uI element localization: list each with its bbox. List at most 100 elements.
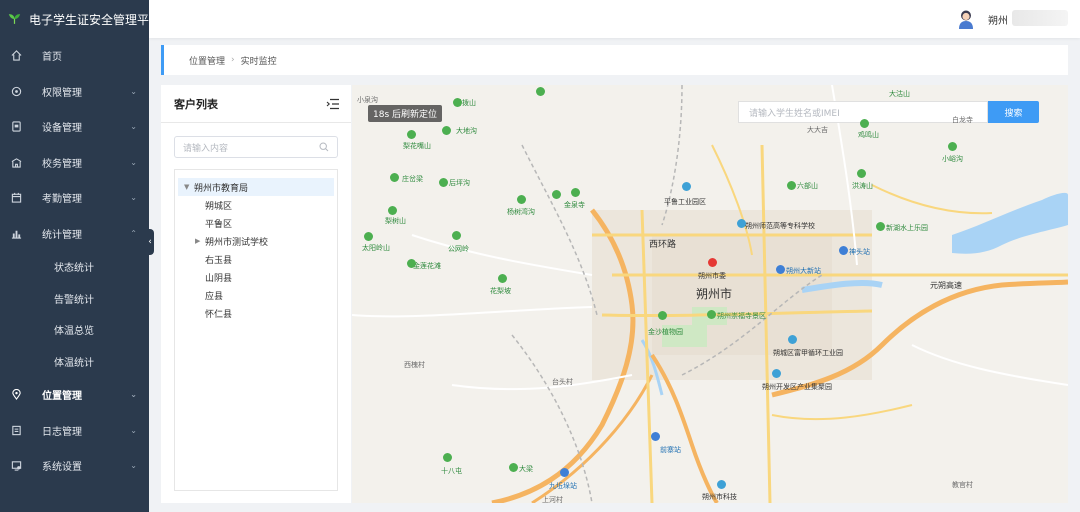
poi-pin-icon [536,87,545,96]
map-label: 洪涛山 [852,182,873,190]
map-label: 金莲花滩 [413,262,441,270]
map-label: 大大吉 [807,126,828,134]
station-pin-icon [839,246,848,255]
sidebar-collapse-button[interactable]: ‹ [146,229,154,255]
sidebar-subitem-temp-overview[interactable]: 体温总览 [0,314,149,346]
permission-icon [10,85,22,97]
poi-pin-icon [571,188,580,197]
map-label: 金沙植物园 [648,328,683,336]
device-icon [10,121,22,133]
chevron-down-icon: ⌄ [130,425,137,435]
home-icon [10,50,22,62]
map-label: 朔州大新站 [786,267,821,275]
client-list-header: 客户列表 [161,85,351,123]
poi-pin-icon [390,173,399,182]
poi-pin-icon [509,463,518,472]
sidebar-item-device[interactable]: 设备管理 ⌄ [0,109,149,145]
station-pin-icon [776,265,785,274]
sidebar-menu: 首页 权限管理 ⌄ 设备管理 ⌄ 校务管理 ⌄ 考勤管理 ⌄ 统计管理 ⌃ 状态… [0,38,149,484]
chevron-down-icon: ⌄ [130,86,137,96]
map-label: 朔州市科技 [702,493,737,501]
city-hall-pin-icon [708,258,717,267]
map-label: 西环路 [649,240,677,250]
sidebar-item-location[interactable]: 位置管理 ⌄ [0,377,149,413]
poi-pin-icon [452,231,461,240]
poi-pin-icon [788,335,797,344]
chevron-right-icon: › [231,55,235,65]
tree-node-expandable[interactable]: ▶ 朔州市测试学校 [175,232,337,250]
chevron-up-icon: ⌃ [130,228,137,238]
poi-pin-icon [857,169,866,178]
chevron-down-icon: ⌄ [130,122,137,132]
poi-pin-icon [682,182,691,191]
client-tree: ▼ 朔州市教育局 朔城区 平鲁区 ▶ 朔州市测试学校 右玉县 山阴县 应县 怀仁… [174,169,338,491]
settings-icon [10,460,22,472]
map-label: 大梁 [519,465,533,473]
map-label: 朔州开发区产业集聚园 [762,383,832,391]
sidebar-subitem-alarm[interactable]: 告警统计 [0,283,149,315]
map-label: 前寨站 [660,446,681,454]
sidebar-item-label: 考勤管理 [42,194,82,206]
sidebar-item-home[interactable]: 首页 [0,38,149,74]
poi-pin-icon [453,98,462,107]
map-label: 大沽山 [889,90,910,98]
sidebar-item-statistics[interactable]: 统计管理 ⌃ [0,216,149,252]
tree-node-root[interactable]: ▼ 朔州市教育局 [178,178,334,196]
map-city-label: 朔州市 [696,287,733,301]
map-label: 太阳岭山 [362,244,390,252]
chevron-down-icon: ⌄ [130,461,137,471]
sidebar-subitem-temp-stats[interactable]: 体温统计 [0,346,149,378]
sidebar-item-label: 首页 [42,52,62,64]
tree-node-label: 朔州市教育局 [194,183,249,194]
map-label: 上河村 [542,496,563,503]
caret-right-icon: ▶ [195,237,201,245]
sidebar-item-settings[interactable]: 系统设置 ⌄ [0,448,149,484]
collapse-list-icon[interactable] [326,98,340,110]
sidebar-item-attendance[interactable]: 考勤管理 ⌄ [0,180,149,216]
username-redacted [1012,10,1068,26]
sidebar-subitem-status[interactable]: 状态统计 [0,251,149,283]
map-label: 六部山 [797,182,818,190]
tree-node[interactable]: 朔城区 [175,196,337,214]
map-view[interactable]: 18s 后刷新定位 请输入学生姓名或IMEI 搜索 朔州市 西环路 朔州市委 朔… [352,85,1068,503]
username[interactable]: 朔州 [988,12,1008,27]
poi-pin-icon [517,195,526,204]
tree-node[interactable]: 右玉县 [175,250,337,268]
breadcrumb-current: 实时监控 [240,56,277,67]
client-search-input[interactable]: 请输入内容 [174,136,338,158]
map-label: 十八屯 [441,467,462,475]
poi-pin-icon [443,453,452,462]
sidebar-item-school[interactable]: 校务管理 ⌄ [0,145,149,181]
tree-node[interactable]: 怀仁县 [175,304,337,322]
map-label: 白龙寺 [952,116,973,124]
map-label: 平鲁工业园区 [664,198,706,206]
sidebar-item-label: 设备管理 [42,123,82,135]
chevron-down-icon: ⌄ [130,390,137,400]
map-label: 神头站 [849,248,870,256]
tree-node[interactable]: 应县 [175,286,337,304]
map-label: 西槐村 [404,361,425,369]
poi-pin-icon [364,232,373,241]
sidebar-item-label: 位置管理 [42,391,82,403]
sidebar-item-log[interactable]: 日志管理 ⌄ [0,413,149,449]
sidebar-item-permission[interactable]: 权限管理 ⌄ [0,74,149,110]
user-avatar-icon[interactable] [957,9,975,29]
map-label: 梨树山 [385,217,406,225]
map-label: 鸡鸣山 [858,131,879,139]
map-label: 朔州师范高等专科学校 [745,222,815,230]
poi-pin-icon [442,126,451,135]
app-title: 电子学生证安全管理平 [28,12,149,27]
poi-pin-icon [707,310,716,319]
poi-pin-icon [439,178,448,187]
sidebar-item-label: 日志管理 [42,426,82,438]
chevron-down-icon: ⌄ [130,193,137,203]
tree-node[interactable]: 平鲁区 [175,214,337,232]
breadcrumb-parent[interactable]: 位置管理 [189,54,225,67]
search-button[interactable]: 搜索 [988,101,1039,123]
poi-pin-icon [407,259,416,268]
map-label: 朔州崇福寺景区 [717,312,766,320]
student-search-placeholder: 请输入学生姓名或IMEI [749,108,840,119]
tree-node[interactable]: 山阴县 [175,268,337,286]
calendar-icon [10,192,22,204]
client-list-panel: 客户列表 请输入内容 ▼ 朔州市教育局 朔城区 平鲁区 ▶ 朔州市测试学校 右玉… [161,85,351,503]
